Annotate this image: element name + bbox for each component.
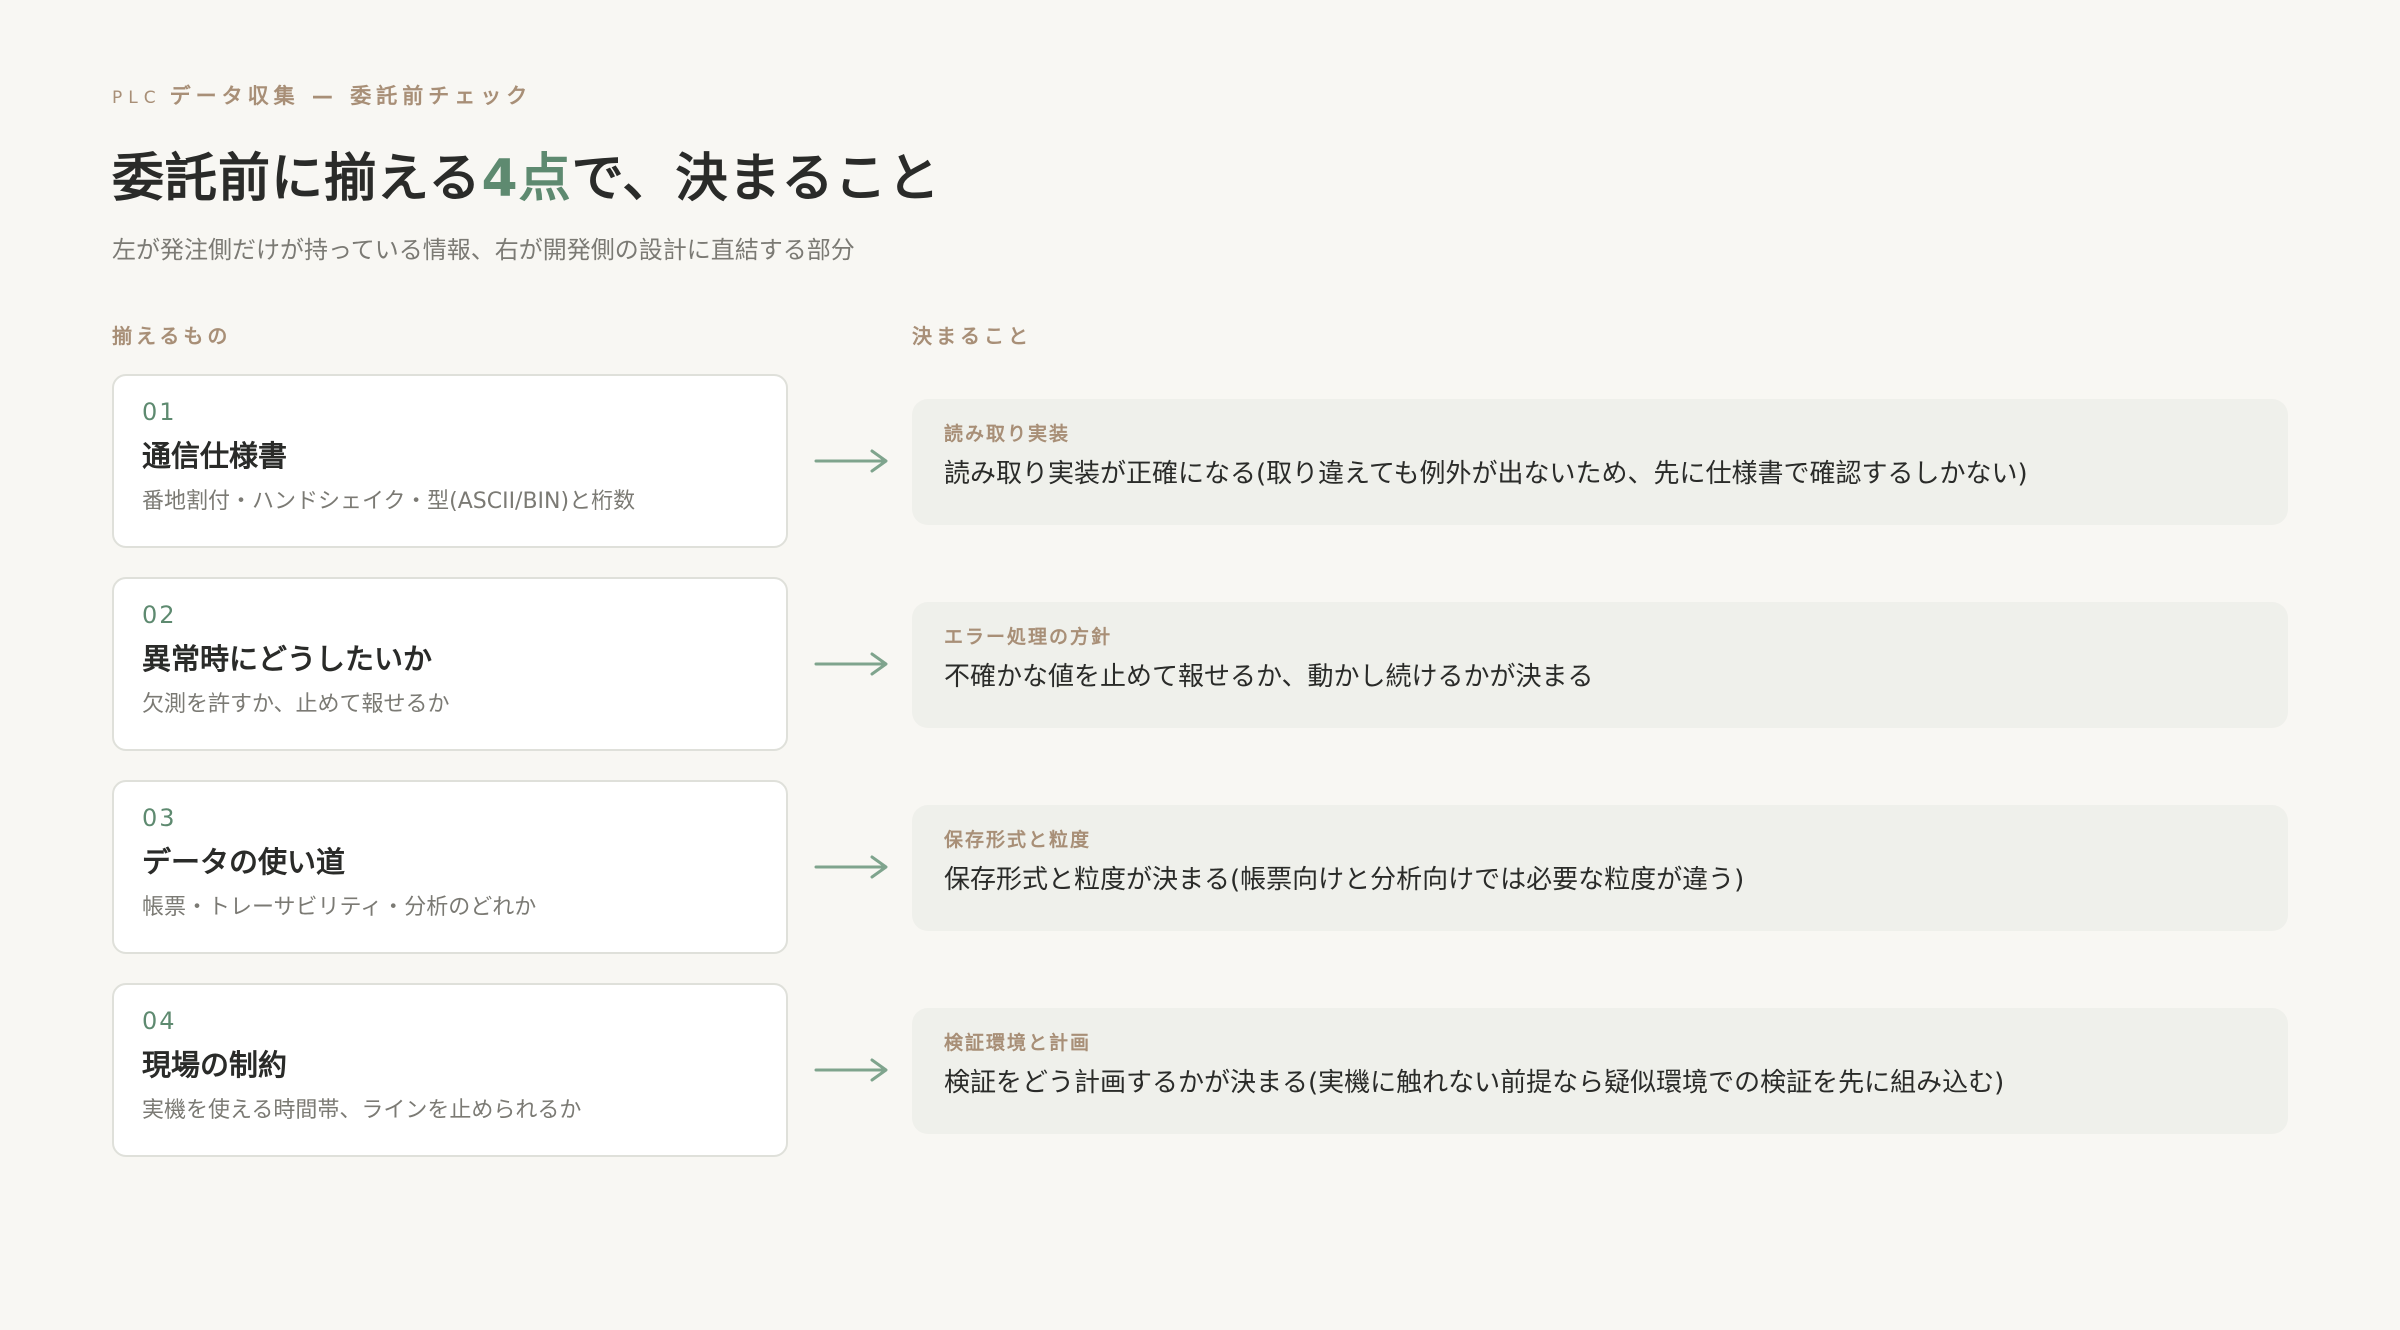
eyebrow: PLC データ収集 — 委託前チェック: [112, 80, 532, 110]
item-card: 04 現場の制約 実機を使える時間帯、ラインを止められるか: [112, 983, 788, 1157]
result-box: 保存形式と粒度 保存形式と粒度が決まる(帳票向けと分析向けでは必要な粒度が違う): [912, 805, 2288, 931]
item-description: 欠測を許すか、止めて報せるか: [142, 692, 450, 717]
item-card: 02 異常時にどうしたいか 欠測を許すか、止めて報せるか: [112, 577, 788, 751]
column-label-left: 揃えるもの: [112, 324, 232, 348]
page-title: 委託前に揃える4点で、決まること: [112, 136, 941, 211]
arrow-right-icon: [814, 449, 888, 473]
item-number: 02: [142, 601, 177, 629]
result-text: 保存形式と粒度が決まる(帳票向けと分析向けでは必要な粒度が違う): [944, 865, 1745, 895]
eyebrow-text: データ収集 — 委託前チェック: [169, 84, 533, 108]
item-name: 通信仕様書: [142, 439, 288, 473]
arrow-right-icon: [814, 1058, 888, 1082]
item-number: 01: [142, 398, 177, 426]
result-label: 読み取り実装: [944, 423, 1071, 445]
checklist-row: 02 異常時にどうしたいか 欠測を許すか、止めて報せるか エラー処理の方針 不確…: [112, 577, 2288, 755]
item-card: 03 データの使い道 帳票・トレーサビリティ・分析のどれか: [112, 780, 788, 954]
result-label: 検証環境と計画: [944, 1032, 1092, 1054]
item-name: 現場の制約: [142, 1048, 288, 1082]
eyebrow-prefix: PLC: [112, 88, 162, 108]
item-card: 01 通信仕様書 番地割付・ハンドシェイク・型(ASCII/BIN)と桁数: [112, 374, 788, 548]
result-text: 検証をどう計画するかが決まる(実機に触れない前提なら疑似環境での検証を先に組み込…: [944, 1068, 2005, 1098]
result-text: 不確かな値を止めて報せるか、動かし続けるかが決まる: [944, 662, 1594, 692]
result-box: エラー処理の方針 不確かな値を止めて報せるか、動かし続けるかが決まる: [912, 602, 2288, 728]
item-description: 実機を使える時間帯、ラインを止められるか: [142, 1098, 582, 1123]
item-number: 03: [142, 804, 177, 832]
checklist-row: 04 現場の制約 実機を使える時間帯、ラインを止められるか 検証環境と計画 検証…: [112, 983, 2288, 1161]
result-label: 保存形式と粒度: [944, 829, 1092, 851]
title-accent: 4点: [481, 149, 572, 209]
item-description: 番地割付・ハンドシェイク・型(ASCII/BIN)と桁数: [142, 489, 636, 514]
title-part1: 委託前に揃える: [112, 149, 482, 209]
checklist-row: 01 通信仕様書 番地割付・ハンドシェイク・型(ASCII/BIN)と桁数 読み…: [112, 374, 2288, 552]
result-text: 読み取り実装が正確になる(取り違えても例外が出ないため、先に仕様書で確認するしか…: [944, 459, 2028, 489]
item-description: 帳票・トレーサビリティ・分析のどれか: [142, 895, 537, 920]
result-label: エラー処理の方針: [944, 626, 1113, 648]
page-subtitle: 左が発注側だけが持っている情報、右が開発側の設計に直結する部分: [112, 236, 855, 264]
title-part2: で、決まること: [571, 149, 941, 209]
arrow-right-icon: [814, 855, 888, 879]
item-number: 04: [142, 1007, 177, 1035]
result-box: 読み取り実装 読み取り実装が正確になる(取り違えても例外が出ないため、先に仕様書…: [912, 399, 2288, 525]
item-name: データの使い道: [142, 845, 346, 879]
slide: PLC データ収集 — 委託前チェック 委託前に揃える4点で、決まること 左が発注…: [112, 0, 2288, 1330]
result-box: 検証環境と計画 検証をどう計画するかが決まる(実機に触れない前提なら疑似環境での…: [912, 1008, 2288, 1134]
checklist-rows: 01 通信仕様書 番地割付・ハンドシェイク・型(ASCII/BIN)と桁数 読み…: [112, 374, 2288, 1186]
column-label-right: 決まること: [912, 324, 1032, 348]
item-name: 異常時にどうしたいか: [142, 642, 433, 676]
arrow-right-icon: [814, 652, 888, 676]
checklist-row: 03 データの使い道 帳票・トレーサビリティ・分析のどれか 保存形式と粒度 保存…: [112, 780, 2288, 958]
